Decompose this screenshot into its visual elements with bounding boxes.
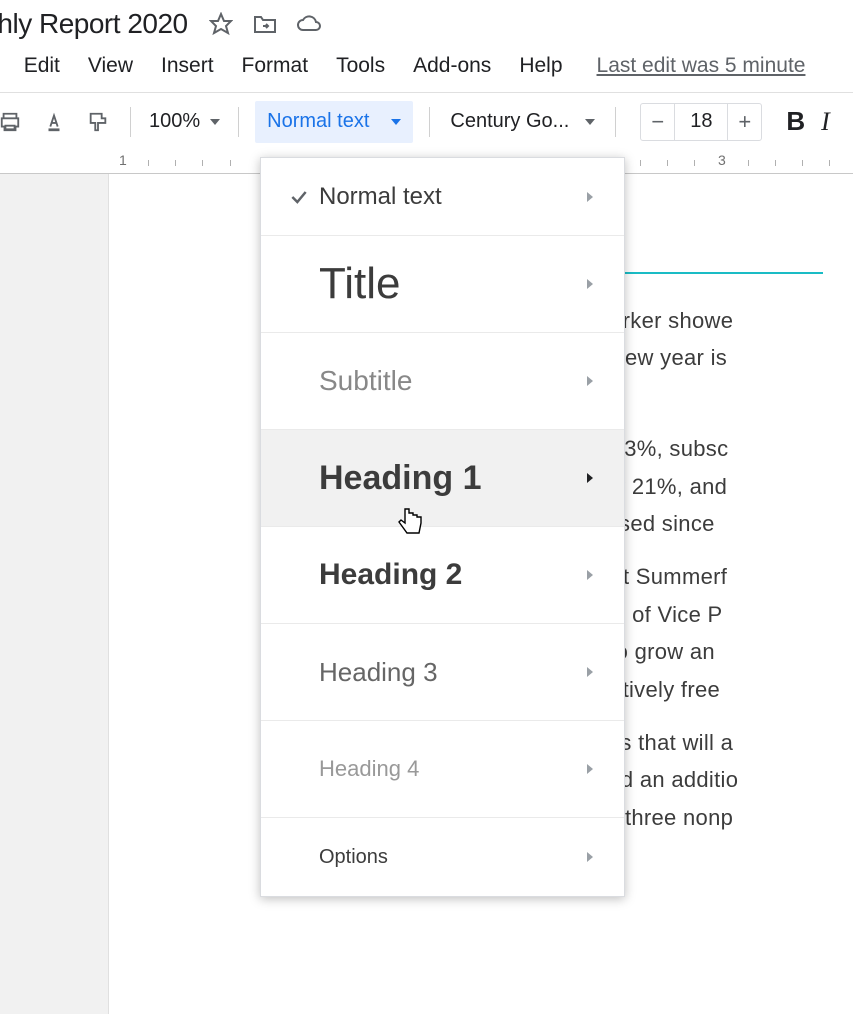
style-label: Heading 3 bbox=[319, 657, 580, 688]
toolbar-separator bbox=[130, 107, 131, 137]
style-option-normal[interactable]: Normal text bbox=[261, 158, 624, 236]
toolbar-separator bbox=[238, 107, 239, 137]
style-option-subtitle[interactable]: Subtitle bbox=[261, 333, 624, 430]
menu-help[interactable]: Help bbox=[505, 50, 576, 82]
print-icon[interactable] bbox=[0, 104, 28, 140]
ruler-number: 1 bbox=[119, 152, 127, 168]
style-option-options[interactable]: Options bbox=[261, 818, 624, 896]
font-family-dropdown[interactable]: Century Go... bbox=[440, 110, 605, 133]
chevron-right-icon bbox=[580, 764, 600, 774]
checkmark-icon bbox=[279, 187, 319, 207]
chevron-right-icon bbox=[580, 473, 600, 483]
style-option-heading-4[interactable]: Heading 4 bbox=[261, 721, 624, 818]
ruler-tick bbox=[202, 160, 203, 166]
style-label: Heading 1 bbox=[319, 459, 580, 498]
toolbar-separator bbox=[615, 107, 616, 137]
chevron-down-icon bbox=[391, 119, 401, 125]
italic-button[interactable]: I bbox=[815, 107, 836, 137]
style-option-title[interactable]: Title bbox=[261, 236, 624, 333]
menu-file[interactable]: e bbox=[0, 50, 10, 82]
style-label: Heading 4 bbox=[319, 756, 580, 782]
zoom-dropdown[interactable]: 100% bbox=[141, 110, 228, 133]
style-option-heading-3[interactable]: Heading 3 bbox=[261, 624, 624, 721]
style-label: Subtitle bbox=[319, 365, 580, 397]
font-size-increase-button[interactable]: + bbox=[727, 104, 761, 140]
style-label: Title bbox=[319, 259, 580, 309]
style-label: Options bbox=[319, 846, 580, 869]
ruler-number: 3 bbox=[718, 152, 726, 168]
bold-button[interactable]: B bbox=[776, 106, 815, 137]
chevron-right-icon bbox=[580, 852, 600, 862]
ruler-tick bbox=[748, 160, 749, 166]
ruler-tick bbox=[640, 160, 641, 166]
menu-format[interactable]: Format bbox=[228, 50, 323, 82]
document-title[interactable]: onthly Report 2020 bbox=[0, 8, 206, 40]
ruler-tick bbox=[175, 160, 176, 166]
style-label: Heading 2 bbox=[319, 558, 580, 592]
chevron-right-icon bbox=[580, 279, 600, 289]
font-size-value[interactable]: 18 bbox=[675, 110, 727, 133]
font-size-decrease-button[interactable]: − bbox=[641, 104, 675, 140]
menubar: e Edit View Insert Format Tools Add-ons … bbox=[0, 44, 853, 92]
toolbar: 100% Normal text Century Go... − 18 + B … bbox=[0, 92, 853, 150]
star-icon[interactable] bbox=[206, 9, 236, 39]
paragraph-style-dropdown[interactable]: Normal text bbox=[255, 101, 413, 143]
ruler-tick bbox=[230, 160, 231, 166]
zoom-value: 100% bbox=[149, 110, 200, 133]
font-size-control: − 18 + bbox=[640, 103, 762, 141]
chevron-right-icon bbox=[580, 376, 600, 386]
chevron-right-icon bbox=[580, 667, 600, 677]
text-color-icon[interactable] bbox=[36, 104, 72, 140]
menu-edit[interactable]: Edit bbox=[10, 50, 74, 82]
ruler-tick bbox=[667, 160, 668, 166]
style-option-heading-2[interactable]: Heading 2 bbox=[261, 527, 624, 624]
menu-tools[interactable]: Tools bbox=[322, 50, 399, 82]
toolbar-separator bbox=[429, 107, 430, 137]
ruler-tick bbox=[802, 160, 803, 166]
chevron-down-icon bbox=[585, 119, 595, 125]
last-edit-link[interactable]: Last edit was 5 minute bbox=[597, 54, 806, 78]
ruler-tick bbox=[775, 160, 776, 166]
chevron-right-icon bbox=[580, 192, 600, 202]
move-folder-icon[interactable] bbox=[250, 9, 280, 39]
style-option-heading-1[interactable]: Heading 1 bbox=[261, 430, 624, 527]
ruler-tick bbox=[148, 160, 149, 166]
menu-insert[interactable]: Insert bbox=[147, 50, 228, 82]
titlebar: onthly Report 2020 bbox=[0, 0, 853, 44]
menu-view[interactable]: View bbox=[74, 50, 147, 82]
paragraph-styles-menu: Normal text Title Subtitle Heading 1 Hea… bbox=[260, 157, 625, 897]
style-label: Normal text bbox=[319, 183, 580, 211]
chevron-right-icon bbox=[580, 570, 600, 580]
menu-addons[interactable]: Add-ons bbox=[399, 50, 505, 82]
chevron-down-icon bbox=[210, 119, 220, 125]
ruler-tick bbox=[829, 160, 830, 166]
paint-format-icon[interactable] bbox=[80, 104, 116, 140]
paragraph-style-label: Normal text bbox=[267, 110, 369, 133]
font-family-label: Century Go... bbox=[450, 110, 569, 133]
cloud-icon[interactable] bbox=[294, 9, 324, 39]
ruler-tick bbox=[694, 160, 695, 166]
